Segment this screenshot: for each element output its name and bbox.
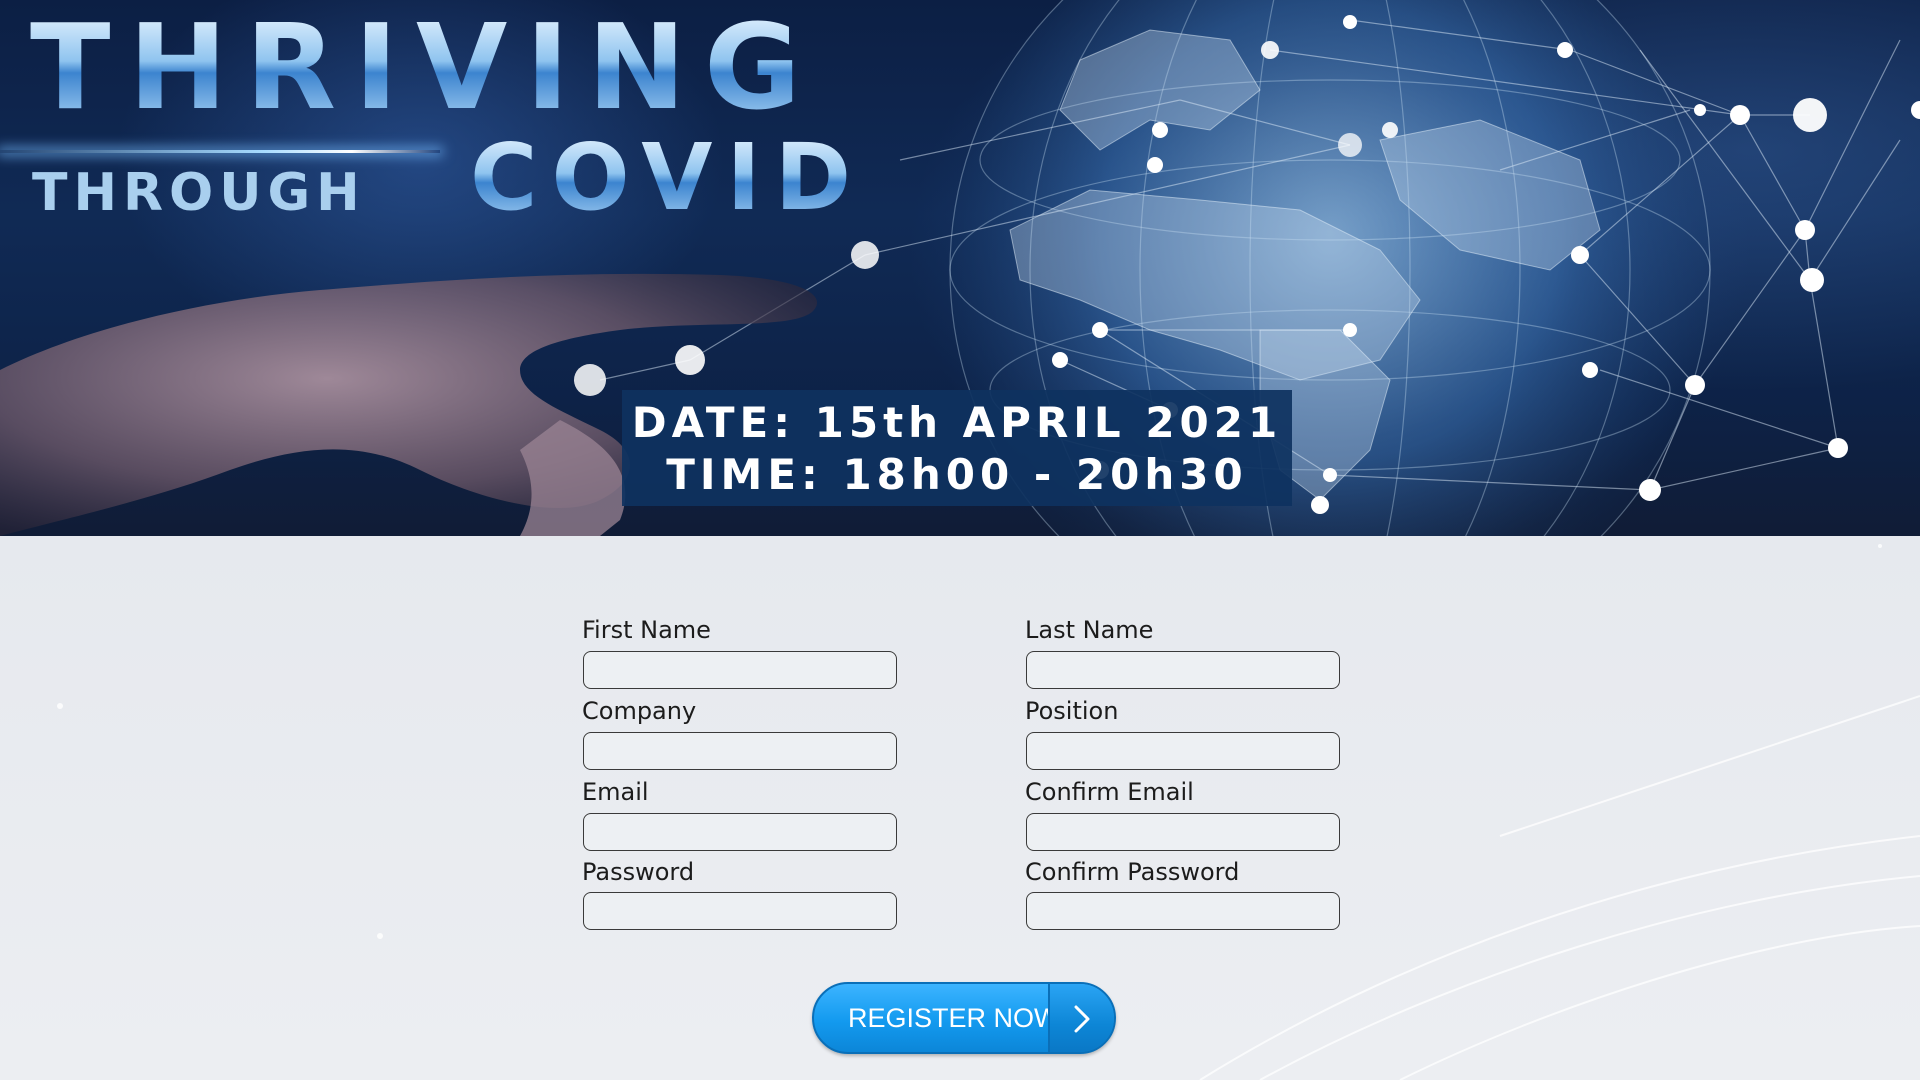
last-name-label: Last Name <box>1025 616 1154 644</box>
first-name-input[interactable] <box>583 651 897 689</box>
registration-page: THRIVING THROUGH COVID DATE: 15th APRIL … <box>0 0 1920 1080</box>
hero-banner: THRIVING THROUGH COVID DATE: 15th APRIL … <box>0 0 1920 536</box>
email-label: Email <box>582 778 649 806</box>
confirm-email-label: Confirm Email <box>1025 778 1194 806</box>
chevron-right-icon <box>1074 1005 1090 1033</box>
event-title-thriving: THRIVING <box>30 0 819 136</box>
register-arrow-area <box>1048 984 1114 1052</box>
first-name-label: First Name <box>582 616 711 644</box>
company-label: Company <box>582 697 697 725</box>
position-label: Position <box>1025 697 1119 725</box>
event-time: TIME: 18h00 - 20h30 <box>666 450 1248 499</box>
event-date: DATE: 15th APRIL 2021 <box>631 398 1283 447</box>
title-glow-line <box>0 150 440 153</box>
event-title-covid: COVID <box>470 124 866 231</box>
password-label: Password <box>582 858 695 886</box>
event-title-through: THROUGH <box>32 163 366 223</box>
email-input[interactable] <box>583 813 897 851</box>
company-input[interactable] <box>583 732 897 770</box>
password-input[interactable] <box>583 892 897 930</box>
confirm-password-label: Confirm Password <box>1025 858 1240 886</box>
position-input[interactable] <box>1026 732 1340 770</box>
last-name-input[interactable] <box>1026 651 1340 689</box>
confirm-password-input[interactable] <box>1026 892 1340 930</box>
register-now-label: REGISTER NOW <box>848 1003 1060 1033</box>
event-date-time-box: DATE: 15th APRIL 2021 TIME: 18h00 - 20h3… <box>622 390 1292 506</box>
register-now-button[interactable]: REGISTER NOW <box>812 982 1116 1054</box>
confirm-email-input[interactable] <box>1026 813 1340 851</box>
